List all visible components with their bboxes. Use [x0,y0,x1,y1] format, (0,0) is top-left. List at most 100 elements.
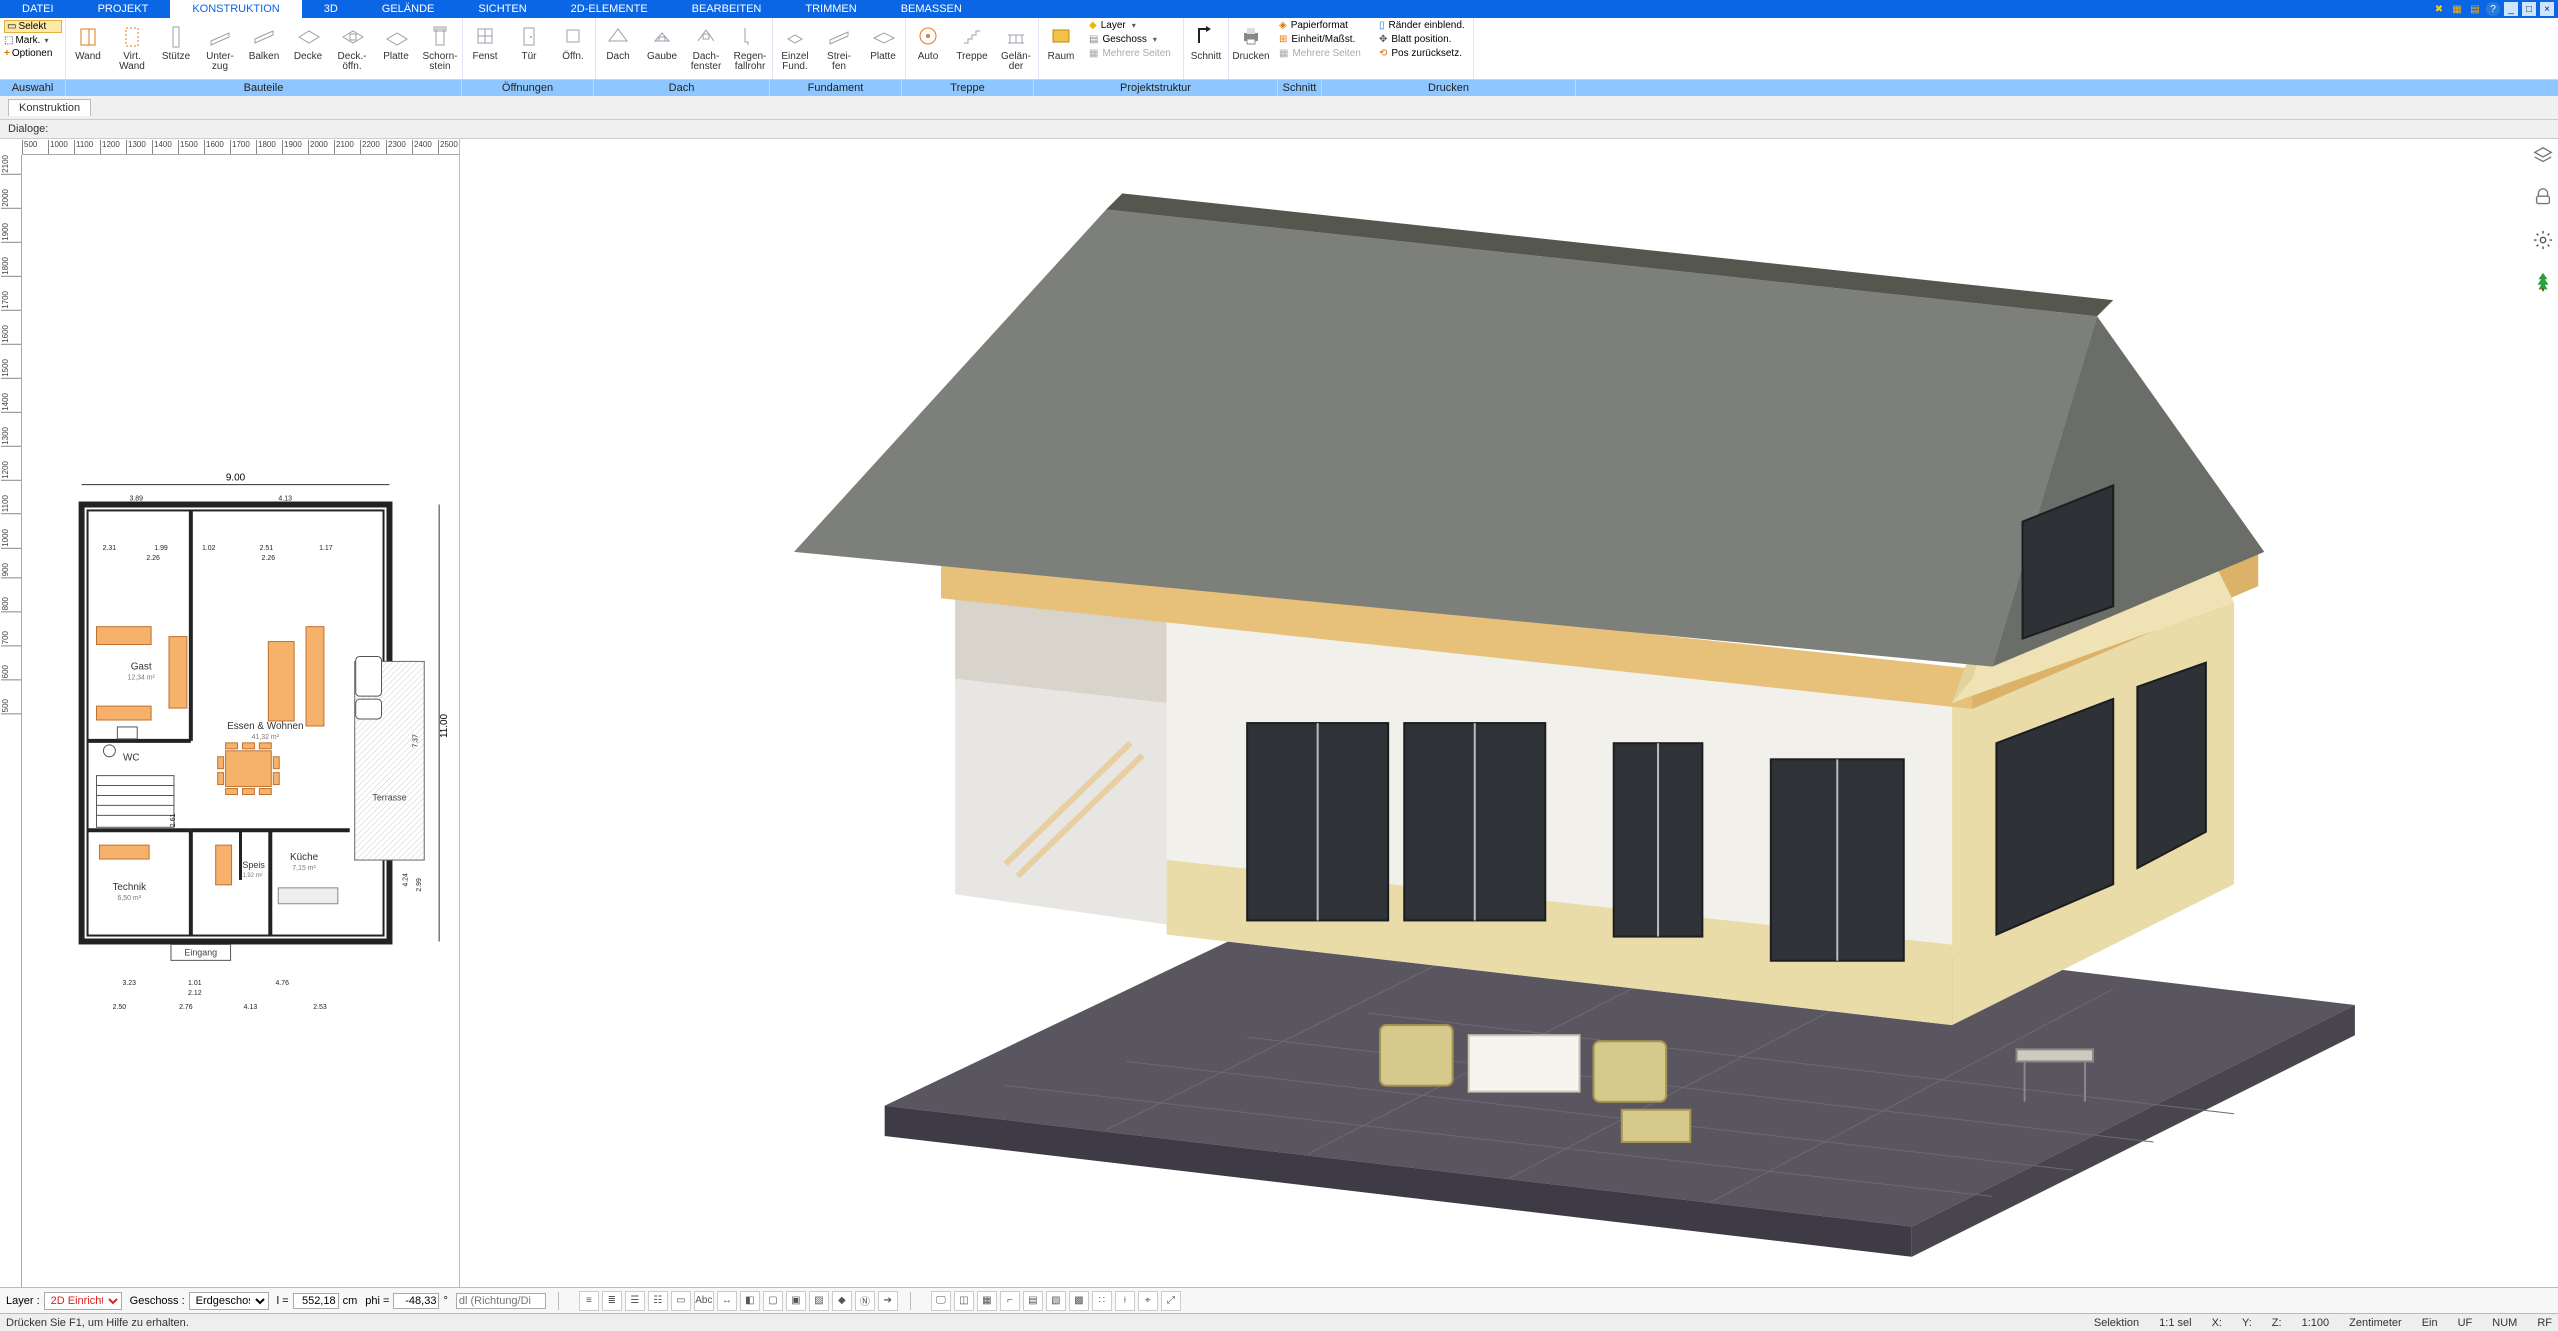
fplatte-button[interactable]: Platte [861,18,905,80]
pos-zurueck-btn[interactable]: ⟲Pos zurücksetz. [1379,48,1467,59]
maximize-icon[interactable]: □ [2522,2,2536,16]
rect-icon[interactable]: ▢ [763,1291,783,1311]
platte-button[interactable]: Platte [374,18,418,80]
stuetze-button[interactable]: Stütze [154,18,198,80]
menu-tab-datei[interactable]: DATEI [0,0,76,18]
expand-icon[interactable]: ⤢ [1161,1291,1181,1311]
menu-tab-trimmen[interactable]: TRIMMEN [783,0,878,18]
menu-tab-3d[interactable]: 3D [302,0,360,18]
treppe-button[interactable]: Treppe [950,18,994,80]
tree-icon[interactable] [2530,269,2556,295]
mark-tool[interactable]: ⬚Mark. [4,35,62,46]
box-icon[interactable]: ▭ [671,1291,691,1311]
decke-button[interactable]: Decke [286,18,330,80]
layer-select[interactable]: 2D Einrichtung [44,1292,122,1310]
orbit-icon[interactable] [2530,227,2556,253]
select-tool[interactable]: ▭Selekt [4,20,62,33]
einzelfund-button[interactable]: EinzelFund. [773,18,817,80]
pattern-icon[interactable]: ▩ [1069,1291,1089,1311]
virt-wand-button[interactable]: Virt.Wand [110,18,154,80]
hatch-icon[interactable]: ▨ [809,1291,829,1311]
split-icon[interactable]: ◫ [954,1291,974,1311]
furniture-icon[interactable] [2530,185,2556,211]
geschoss-select[interactable]: Erdgeschoss [189,1292,269,1310]
l-input[interactable] [293,1293,339,1309]
sheet2-icon[interactable]: ▤ [1023,1291,1043,1311]
schnitt-button[interactable]: Schnitt [1184,18,1228,80]
unterzug-button[interactable]: Unter-zug [198,18,242,80]
dl-input[interactable] [456,1293,546,1309]
align-left-icon[interactable]: ≡ [579,1291,599,1311]
streifen-button[interactable]: Strei-fen [817,18,861,80]
phi-input[interactable] [393,1293,439,1309]
settings-icon[interactable]: ▦ [2450,2,2464,16]
menu-tab-projekt[interactable]: PROJEKT [76,0,171,18]
blatt-position-btn[interactable]: ✥Blatt position. [1379,34,1467,45]
layers-icon[interactable] [2530,143,2556,169]
l-bracket-icon[interactable]: ⌐ [1000,1291,1020,1311]
close-icon[interactable]: × [2540,2,2554,16]
dim-icon[interactable]: ↔ [717,1291,737,1311]
view-tabs: Konstruktion [0,96,2558,120]
auto-button[interactable]: Auto [906,18,950,80]
fenst-button[interactable]: Fenst [463,18,507,80]
dots-icon[interactable]: ∷ [1092,1291,1112,1311]
fenst-icon [471,22,499,50]
menu-tab-sichten[interactable]: SICHTEN [456,0,548,18]
align-right-icon[interactable]: ☰ [625,1291,645,1311]
list-icon[interactable]: ☷ [648,1291,668,1311]
target-icon[interactable]: ⌖ [1138,1291,1158,1311]
color-icon[interactable]: ▧ [1046,1291,1066,1311]
help-icon[interactable]: ? [2486,2,2500,16]
options-tool[interactable]: +Optionen [4,48,62,59]
tab-konstruktion[interactable]: Konstruktion [8,99,91,116]
layers2-icon[interactable]: ◆ [832,1291,852,1311]
menu-tab-gelände[interactable]: GELÄNDE [360,0,457,18]
einheit-btn[interactable]: ⊞Einheit/Maßst. [1279,34,1367,45]
3d-view-pane[interactable] [460,139,2558,1287]
group-label-schnitt: Schnitt [1278,80,1322,96]
schornstein-button[interactable]: Schorn-stein [418,18,462,80]
dachfenster-button[interactable]: Dach-fenster [684,18,728,80]
tag-icon[interactable]: ◧ [740,1291,760,1311]
floorplan-pane[interactable]: 5001000110012001300140015001600170018001… [0,139,460,1287]
papierformat-btn[interactable]: ◈Papierformat [1279,20,1367,31]
menu-tab-bearbeiten[interactable]: BEARBEITEN [670,0,784,18]
balken-button[interactable]: Balken [242,18,286,80]
ruler2-icon[interactable]: ⟊ [1115,1291,1135,1311]
text-icon[interactable]: Abc [694,1291,714,1311]
arrow-icon[interactable]: ➔ [878,1291,898,1311]
gaube-button[interactable]: Gaube [640,18,684,80]
oeffn-button[interactable]: Öffn. [551,18,595,80]
tuer-button[interactable]: Tür [507,18,551,80]
gelaender-icon [1002,22,1030,50]
raender-btn[interactable]: ▯Ränder einblend. [1379,20,1467,31]
regenfallrohr-button[interactable]: Regen-fallrohr [728,18,772,80]
geschoss-dropdown[interactable]: ▤Geschoss [1089,34,1177,45]
n-icon[interactable]: Ⓝ [855,1291,875,1311]
gaube-icon [648,22,676,50]
mehrere-seiten-print-btn[interactable]: ▦Mehrere Seiten [1279,48,1367,59]
minimize-icon[interactable]: _ [2504,2,2518,16]
sheet-icon[interactable]: ▣ [786,1291,806,1311]
group-label-fundament: Fundament [770,80,902,96]
align-center-icon[interactable]: ≣ [602,1291,622,1311]
menu-tab-bemassen[interactable]: BEMASSEN [879,0,984,18]
menu-tab-2d-elemente[interactable]: 2D-ELEMENTE [549,0,670,18]
menu-tab-konstruktion[interactable]: KONSTRUKTION [170,0,301,18]
deckoeffn-button[interactable]: Deck.-öffn. [330,18,374,80]
wand-button[interactable]: Wand [66,18,110,80]
gelaender-button[interactable]: Gelän-der [994,18,1038,80]
svg-text:3.89: 3.89 [129,496,143,503]
layers-icon[interactable]: ▤ [2468,2,2482,16]
essen-label: Essen & Wohnen [227,721,303,732]
dach-button[interactable]: Dach [596,18,640,80]
raum-button[interactable]: Raum [1039,18,1083,80]
layer-dropdown[interactable]: ◆Layer [1089,20,1177,31]
tools-icon[interactable]: ✖ [2432,2,2446,16]
drucken-button[interactable]: Drucken [1229,18,1273,80]
mehrere-seiten-btn[interactable]: ▦Mehrere Seiten [1089,48,1177,59]
grid-icon[interactable]: ▦ [977,1291,997,1311]
screen-icon[interactable]: 🖵 [931,1291,951,1311]
floorplan-canvas[interactable]: Terrasse Gast 12,34 m² [22,155,459,1287]
